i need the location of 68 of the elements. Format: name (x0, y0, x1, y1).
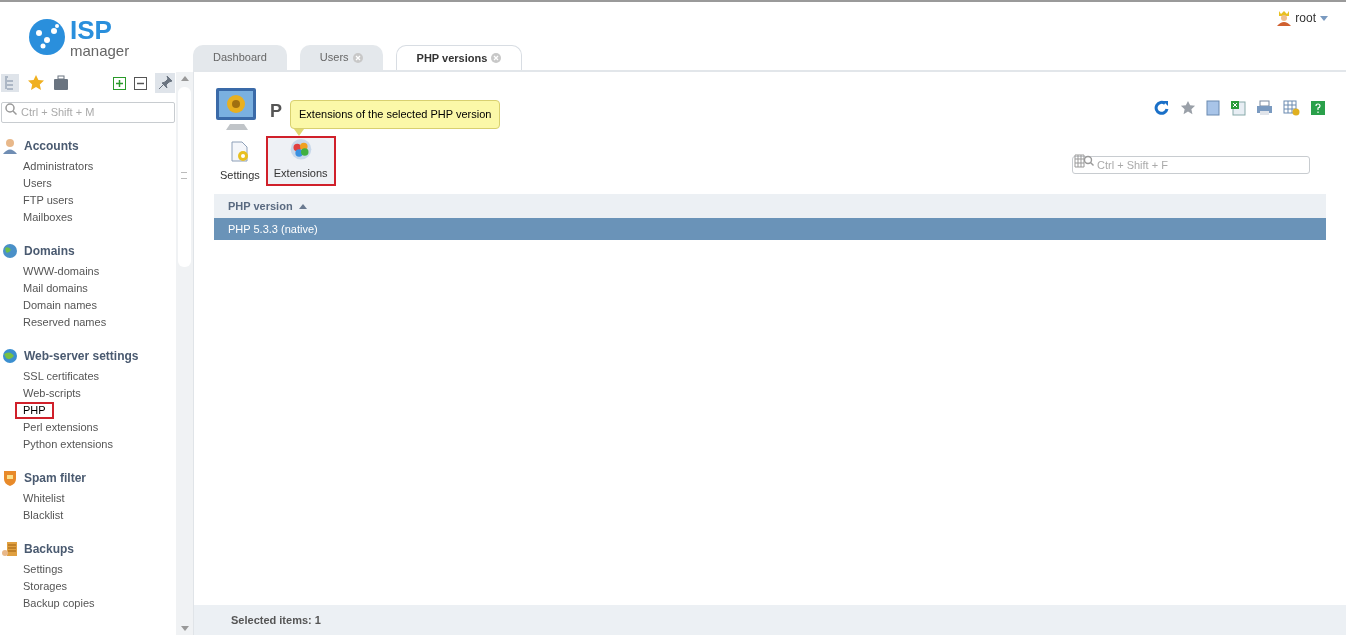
toolbar-button[interactable]: Settings (214, 136, 266, 186)
close-icon[interactable] (352, 52, 363, 63)
filter-field[interactable]: Ctrl + Shift + F (1072, 156, 1310, 174)
globe-icon (2, 243, 18, 259)
page-title: P (270, 100, 282, 123)
sidebar-item[interactable]: Mail domains (15, 282, 96, 295)
archive-icon (2, 541, 18, 557)
logo-icon (28, 18, 66, 56)
column-header[interactable]: PHP version (228, 197, 307, 215)
scrollbar-thumb[interactable] (178, 87, 191, 267)
tree-icon[interactable] (1, 74, 19, 92)
caret-icon (1320, 15, 1328, 21)
search-field[interactable]: Ctrl + Shift + M (1, 101, 175, 123)
sidebar-item[interactable]: SSL certificates (15, 370, 107, 383)
sort-ascending-icon (298, 203, 307, 209)
star-icon[interactable] (27, 74, 45, 92)
shield-icon (2, 470, 18, 486)
document-icon[interactable] (1206, 100, 1220, 116)
briefcase-icon[interactable] (53, 75, 69, 91)
sidebar-item[interactable]: Whitelist (15, 492, 73, 505)
sidebar-item[interactable]: Backup copies (15, 597, 103, 610)
scroll-down-icon[interactable] (180, 626, 189, 631)
sidebar-item[interactable]: Blacklist (15, 509, 72, 522)
user-icon (1277, 10, 1292, 26)
search-icon (5, 103, 17, 115)
sidebar-item[interactable]: Administrators (15, 160, 102, 173)
sidebar-group-title[interactable]: Domains (24, 242, 75, 260)
table-search-icon (1074, 154, 1094, 168)
sidebar-item[interactable]: FTP users (15, 194, 82, 207)
sidebar-item[interactable]: WWW-domains (15, 265, 108, 278)
spreadsheet-icon[interactable] (1230, 100, 1246, 116)
sidebar-item[interactable]: Web-scripts (15, 387, 89, 400)
sidebar-group-title[interactable]: Web-server settings (24, 347, 139, 365)
scroll-up-icon[interactable] (180, 76, 189, 81)
tooltip: Extensions of the selected PHP version (290, 100, 501, 129)
sidebar-item[interactable]: Domain names (15, 299, 105, 312)
table-settings-icon[interactable] (1283, 100, 1300, 116)
tab[interactable]: PHP versions (395, 45, 523, 70)
refresh-icon[interactable] (1154, 100, 1170, 116)
star-icon[interactable] (1180, 100, 1196, 116)
balls-jar-icon (288, 138, 313, 161)
sidebar-group-title[interactable]: Accounts (24, 137, 79, 155)
tab[interactable]: Users (299, 45, 383, 70)
sidebar-item[interactable]: Users (15, 177, 60, 190)
person-icon (2, 138, 18, 154)
status-text: Selected items: 1 (231, 612, 321, 628)
user-menu[interactable]: root (1277, 9, 1328, 27)
tab[interactable]: Dashboard (193, 45, 287, 70)
pin-icon[interactable] (155, 73, 175, 93)
sidebar-item[interactable]: PHP (15, 402, 54, 419)
sidebar-item[interactable]: Perl extensions (15, 421, 107, 434)
document-gear-icon (228, 140, 251, 163)
close-icon[interactable] (491, 53, 502, 63)
globe-icon (2, 348, 18, 364)
sidebar-group-title[interactable]: Backups (24, 540, 75, 558)
printer-icon[interactable] (1256, 100, 1273, 116)
sidebar-item[interactable]: Python extensions (15, 438, 121, 451)
sidebar-item[interactable]: Reserved names (15, 316, 115, 329)
sidebar-item[interactable]: Mailboxes (15, 211, 81, 224)
sidebar-group-title[interactable]: Spam filter (24, 469, 86, 487)
sidebar-item[interactable]: Storages (15, 580, 76, 593)
help-icon[interactable] (1310, 100, 1326, 116)
expand-icon[interactable] (113, 76, 126, 90)
sidebar-item[interactable]: Settings (15, 563, 71, 576)
collapse-icon[interactable] (134, 76, 147, 90)
toolbar-button[interactable]: Extensions (265, 136, 336, 186)
logo-subtitle: manager (70, 42, 130, 58)
logo-title: ISP (70, 16, 113, 43)
